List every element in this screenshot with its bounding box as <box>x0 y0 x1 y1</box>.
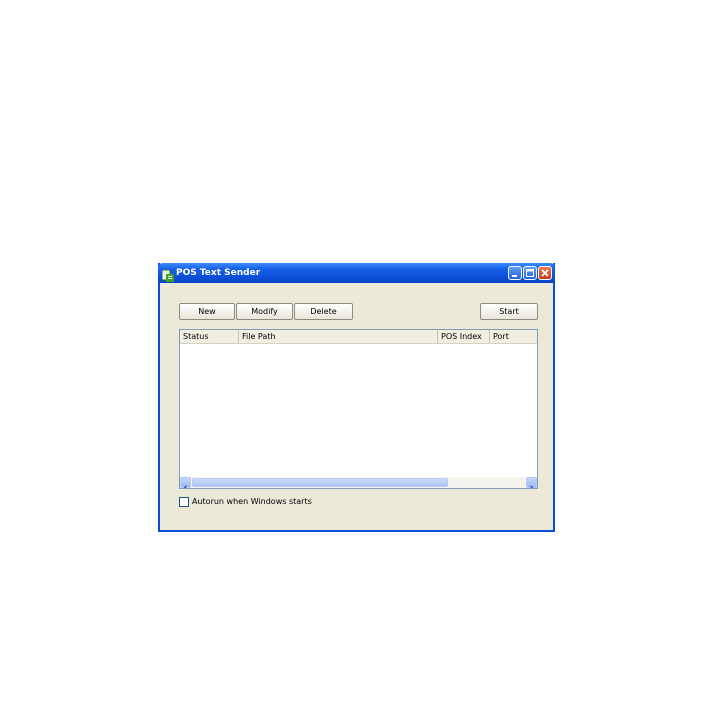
column-header-file-path[interactable]: File Path <box>239 330 438 343</box>
minimize-button[interactable] <box>508 266 522 280</box>
delete-button[interactable]: Delete <box>294 303 353 320</box>
maximize-icon <box>526 269 534 277</box>
autorun-label[interactable]: Autorun when Windows starts <box>192 496 312 508</box>
chevron-left-icon <box>183 485 187 488</box>
modify-button[interactable]: Modify <box>236 303 293 320</box>
chevron-right-icon <box>530 485 534 488</box>
new-button[interactable]: New <box>179 303 235 320</box>
horizontal-scrollbar[interactable] <box>180 477 537 488</box>
autorun-checkbox[interactable] <box>179 497 189 507</box>
title-bar[interactable]: POS Text Sender <box>158 263 555 283</box>
file-list[interactable]: Status File Path POS Index Port <box>179 329 538 489</box>
close-icon <box>541 269 549 277</box>
start-button[interactable]: Start <box>480 303 538 320</box>
column-header-port[interactable]: Port <box>490 330 537 343</box>
app-icon <box>161 267 174 282</box>
column-header-pos-index[interactable]: POS Index <box>438 330 490 343</box>
maximize-button[interactable] <box>523 266 537 280</box>
minimize-icon <box>512 275 517 277</box>
scroll-left-button[interactable] <box>180 477 191 488</box>
window-title: POS Text Sender <box>176 268 261 278</box>
scroll-right-button[interactable] <box>526 477 537 488</box>
scroll-thumb[interactable] <box>192 478 448 487</box>
app-window: POS Text Sender New Modify Delete Start … <box>158 263 555 532</box>
close-button[interactable] <box>538 266 552 280</box>
column-header-status[interactable]: Status <box>180 330 239 343</box>
list-header: Status File Path POS Index Port <box>180 330 537 344</box>
